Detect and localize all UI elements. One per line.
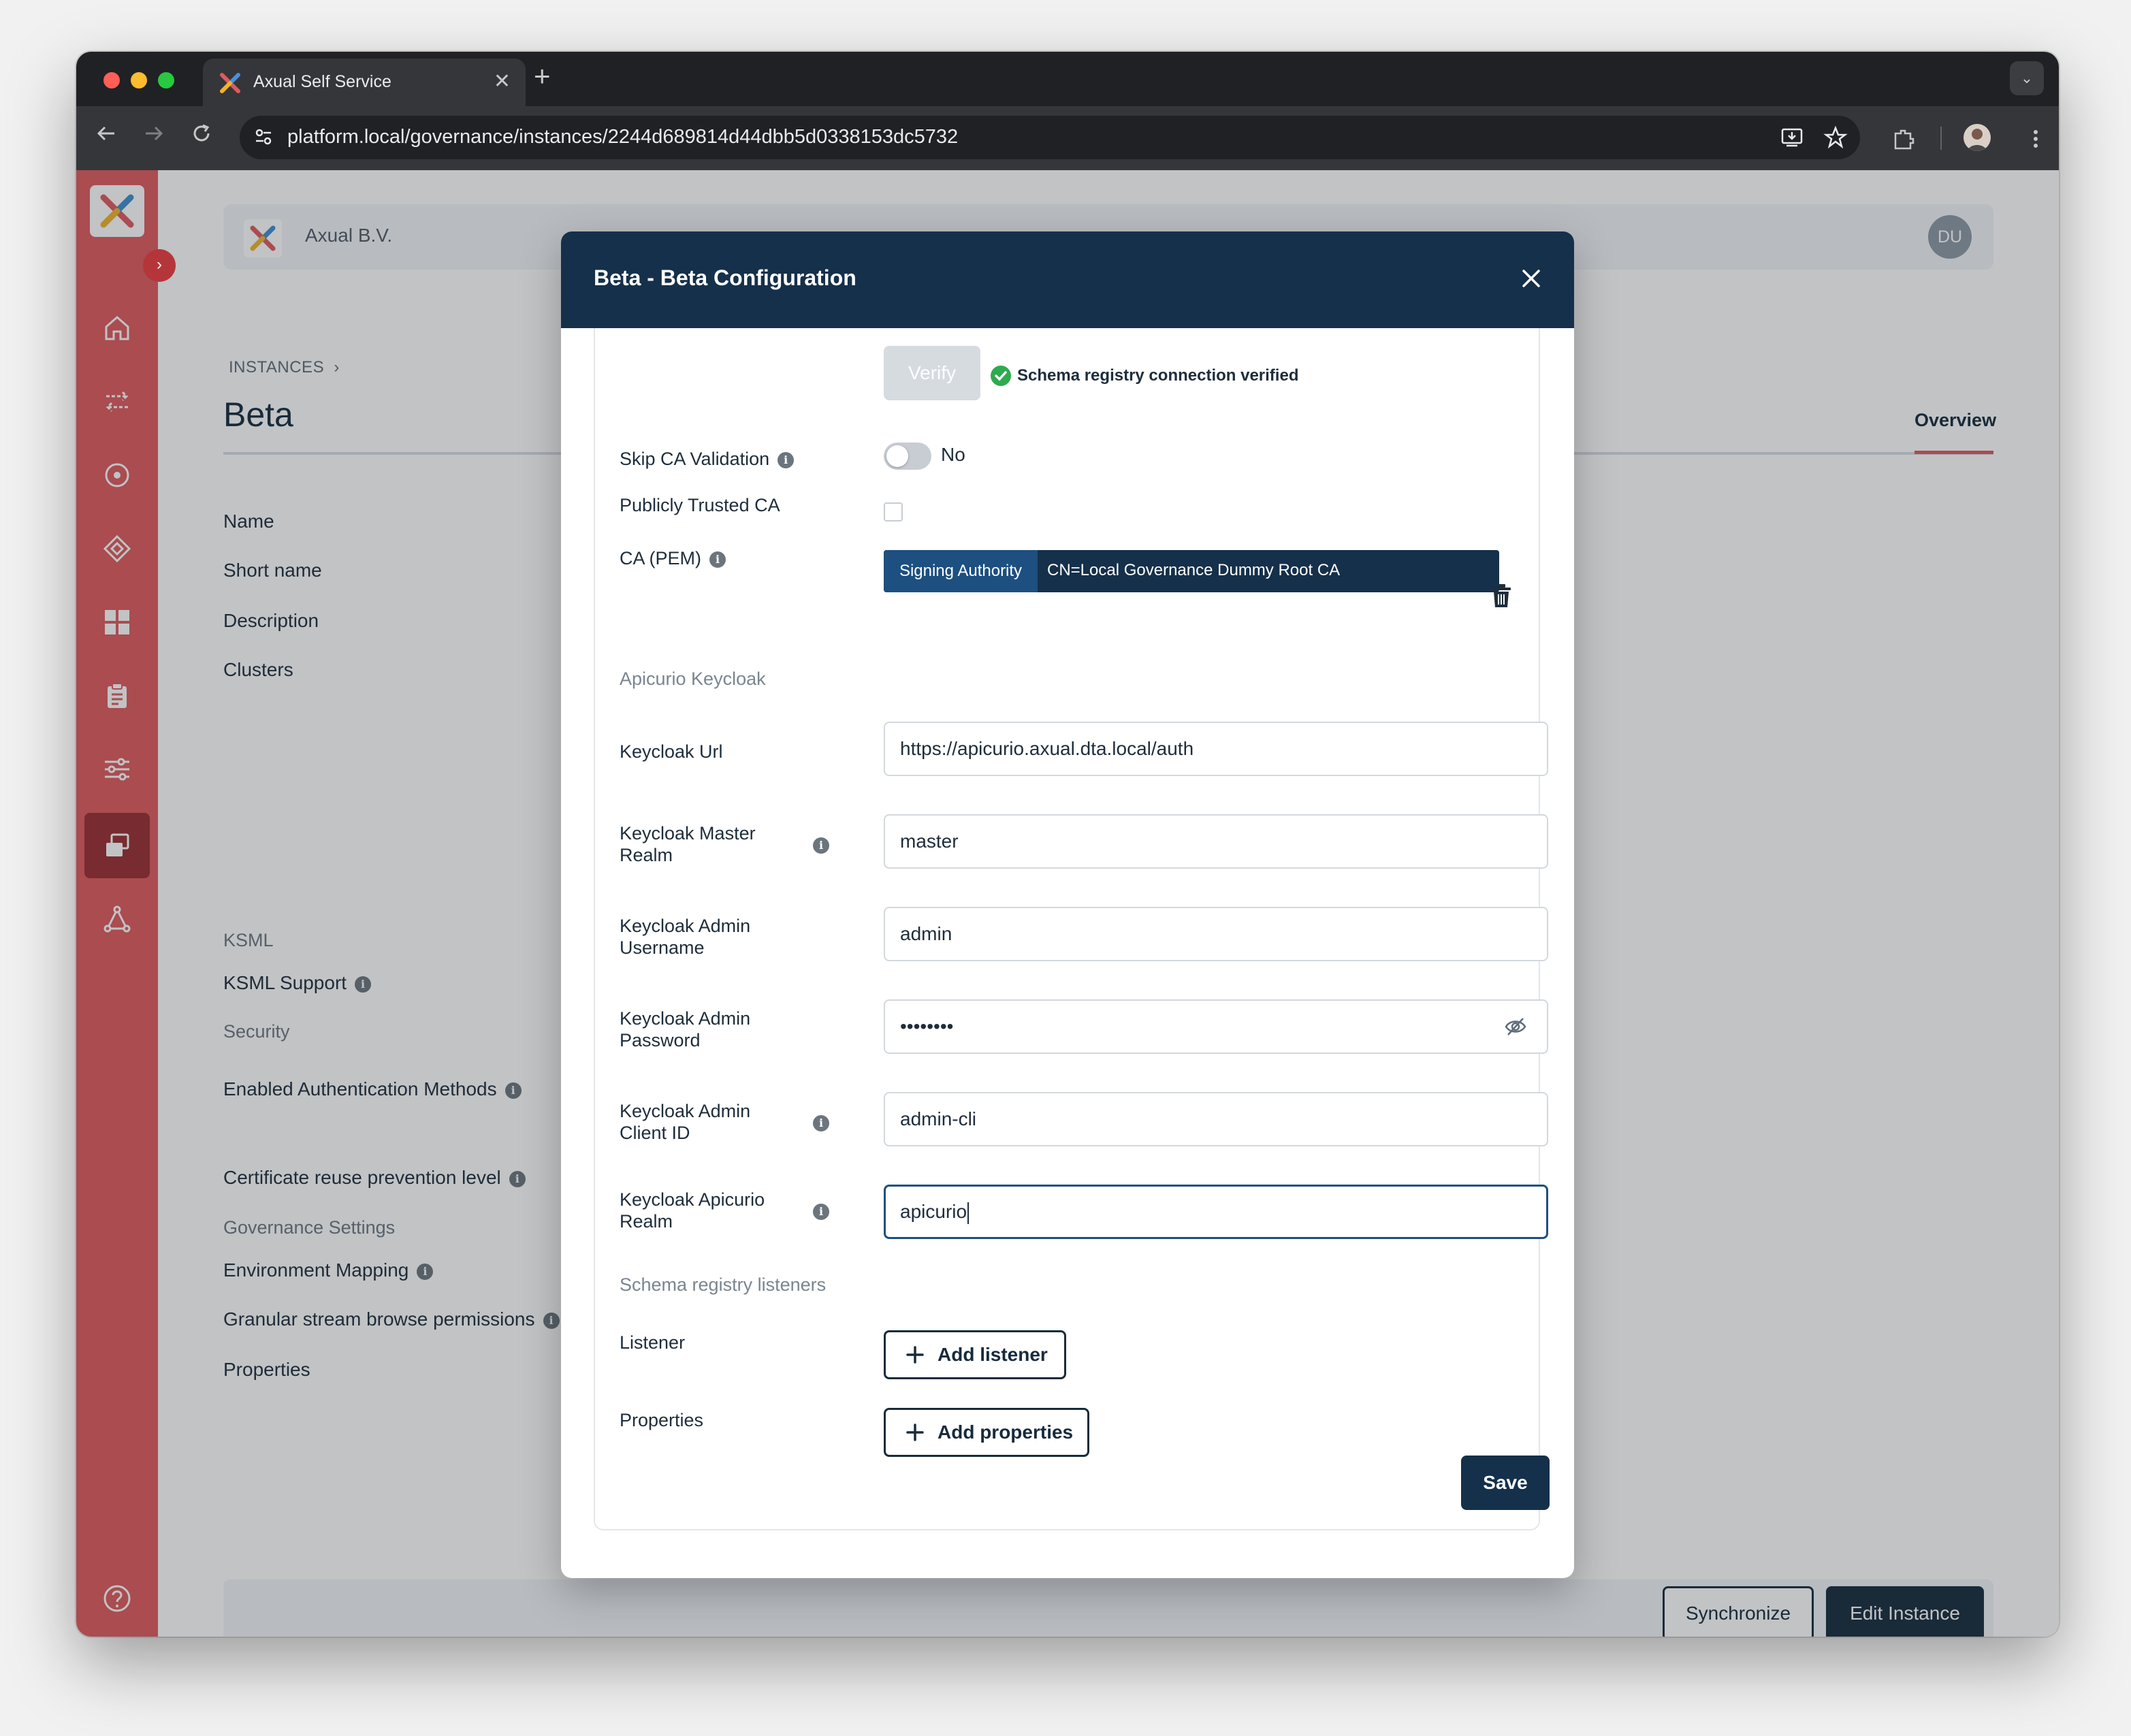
maximize-window-button[interactable]: [158, 72, 174, 89]
verification-status: Schema registry connection verified: [1017, 366, 1299, 385]
back-arrow-icon[interactable]: [94, 121, 118, 146]
bookmark-star-icon[interactable]: [1823, 125, 1848, 150]
info-icon[interactable]: i: [778, 451, 795, 468]
eye-off-icon[interactable]: [1503, 1014, 1528, 1039]
client-id-label: Keycloak Admin Client ID: [620, 1100, 750, 1144]
add-listener-label: Add listener: [938, 1344, 1048, 1365]
axual-favicon-icon: [220, 73, 240, 93]
toolbar-divider: [1940, 127, 1942, 150]
tab-close-icon[interactable]: ✕: [494, 69, 511, 93]
admin-username-label: Keycloak Admin Username: [620, 915, 750, 959]
trash-icon[interactable]: [1490, 583, 1513, 609]
client-id-label-line1: Keycloak Admin: [620, 1101, 751, 1121]
master-realm-input[interactable]: master: [884, 814, 1548, 869]
apicurio-realm-label: Keycloak Apicurio Realm: [620, 1189, 765, 1232]
properties-label: Properties: [620, 1410, 704, 1430]
apicurio-realm-label-line1: Keycloak Apicurio: [620, 1189, 765, 1210]
admin-username-label-line1: Keycloak Admin: [620, 916, 751, 936]
admin-password-label-line2: Password: [620, 1030, 701, 1050]
browser-toolbar: platform.local/governance/instances/2244…: [76, 106, 2059, 170]
admin-password-label-line1: Keycloak Admin: [620, 1008, 751, 1029]
master-realm-label-line1: Keycloak Master: [620, 823, 756, 843]
forward-arrow-icon[interactable]: [142, 121, 166, 146]
ca-certificate-chip[interactable]: Signing Authority CN=Local Governance Du…: [884, 550, 1499, 592]
client-id-label-line2: Client ID: [620, 1123, 690, 1143]
listener-label: Listener: [620, 1332, 686, 1353]
modal-header: Beta - Beta Configuration: [561, 231, 1574, 328]
skip-ca-label: Skip CA Validation i: [620, 448, 795, 470]
reload-icon[interactable]: [189, 121, 214, 146]
public-ca-label: Publicly Trusted CA: [620, 495, 780, 515]
plus-icon: [906, 1346, 924, 1364]
modal-form: Verify Schema registry connection verifi…: [594, 328, 1550, 1530]
info-icon[interactable]: i: [813, 1204, 829, 1220]
minimize-window-button[interactable]: [131, 72, 147, 89]
ca-tag: Signing Authority: [884, 550, 1038, 592]
apicurio-realm-label-line2: Realm: [620, 1211, 673, 1232]
ca-pem-label: CA (PEM) i: [620, 547, 726, 569]
plus-icon: [906, 1424, 924, 1441]
url-text: platform.local/governance/instances/2244…: [287, 126, 959, 148]
add-properties-button[interactable]: Add properties: [884, 1408, 1089, 1457]
skip-ca-toggle[interactable]: [884, 443, 931, 470]
add-listener-button[interactable]: Add listener: [884, 1330, 1066, 1379]
apicurio-realm-value: apicurio: [900, 1201, 967, 1222]
profile-avatar[interactable]: [1964, 124, 1991, 151]
text-caret: [967, 1202, 970, 1224]
section-apicurio-keycloak: Apicurio Keycloak: [620, 669, 766, 689]
extensions-icon[interactable]: [1891, 127, 1916, 151]
admin-username-label-line2: Username: [620, 937, 705, 958]
master-realm-label-line2: Realm: [620, 845, 673, 865]
skip-ca-value: No: [941, 444, 965, 465]
site-settings-icon[interactable]: [253, 127, 274, 147]
admin-password-label: Keycloak Admin Password: [620, 1008, 750, 1051]
admin-password-input[interactable]: ••••••••: [884, 999, 1548, 1054]
modal-title: Beta - Beta Configuration: [594, 266, 856, 290]
tab-search-chevron-icon[interactable]: ⌄: [2010, 61, 2044, 95]
admin-username-input[interactable]: admin: [884, 907, 1548, 961]
info-icon[interactable]: i: [813, 837, 829, 854]
ca-value: CN=Local Governance Dummy Root CA: [1047, 561, 1341, 579]
skip-ca-label-text: Skip CA Validation: [620, 449, 770, 469]
admin-password-value: ••••••••: [900, 1016, 954, 1037]
info-icon[interactable]: i: [813, 1115, 829, 1131]
browser-tab[interactable]: Axual Self Service ✕: [203, 59, 526, 106]
close-icon[interactable]: [1516, 263, 1547, 294]
ca-pem-label-text: CA (PEM): [620, 548, 702, 568]
keycloak-url-input[interactable]: https://apicurio.axual.dta.local/auth: [884, 722, 1548, 776]
new-tab-button[interactable]: +: [534, 60, 551, 93]
add-properties-label: Add properties: [938, 1421, 1074, 1443]
master-realm-label: Keycloak Master Realm: [620, 822, 756, 866]
address-bar[interactable]: platform.local/governance/instances/2244…: [240, 116, 1860, 159]
browser-tab-bar: Axual Self Service ✕ + ⌄: [76, 52, 2059, 106]
verify-button[interactable]: Verify: [884, 346, 980, 400]
close-window-button[interactable]: [103, 72, 120, 89]
browser-menu-icon[interactable]: [2023, 127, 2048, 151]
sidebar-expand-chevron-icon[interactable]: ›: [143, 249, 176, 282]
client-id-input[interactable]: admin-cli: [884, 1092, 1548, 1146]
toggle-knob: [886, 445, 908, 467]
check-circle-icon: [991, 366, 1011, 386]
install-app-icon[interactable]: [1780, 125, 1804, 150]
keycloak-url-label: Keycloak Url: [620, 741, 723, 762]
public-ca-checkbox[interactable]: [884, 502, 903, 521]
apicurio-realm-input[interactable]: apicurio: [884, 1185, 1548, 1239]
save-button[interactable]: Save: [1461, 1456, 1550, 1510]
configuration-modal: Beta - Beta Configuration Verify Schema …: [561, 231, 1574, 1578]
info-icon[interactable]: i: [709, 551, 726, 568]
section-schema-registry-listeners: Schema registry listeners: [620, 1274, 827, 1295]
tab-title: Axual Self Service: [253, 72, 391, 91]
